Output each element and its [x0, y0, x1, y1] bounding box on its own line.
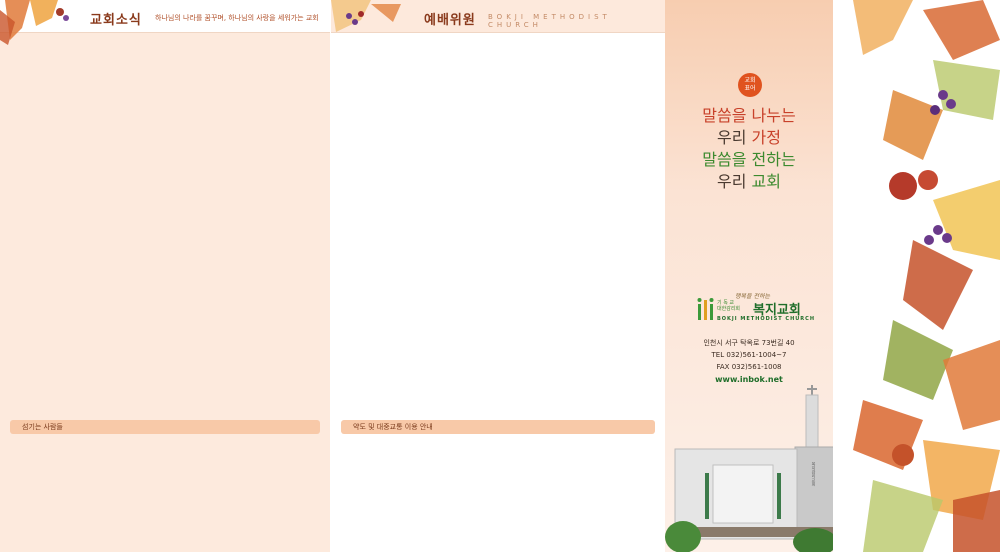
autumn-leaves-border — [853, 0, 1000, 552]
autumn-leaves-decoration — [0, 0, 69, 45]
building-sign: 복지감리교회 — [811, 461, 816, 487]
page-title: 교회소식 — [90, 13, 142, 28]
motto-badge: 교회 표어 — [738, 73, 762, 97]
slogan-line: 우리 교회 — [717, 172, 781, 191]
section-label: 약도 및 대중교통 이용 안내 — [353, 423, 433, 431]
panel-cover: 교회 표어 말씀을 나누는 우리 가정 말씀을 전하는 우리 교회 행복을 전하… — [665, 0, 833, 552]
church-building-illustration: 복지감리교회 — [665, 385, 833, 552]
panel-church-news: 교회소식 하나님의 나라를 꿈꾸며, 하나님의 사랑을 세워가는 교회 섬기는 … — [0, 0, 330, 552]
church-logo-icon — [697, 298, 714, 320]
slogan-line: 우리 가정 — [717, 128, 781, 147]
address: 인천시 서구 탁옥로 73번길 40 — [703, 339, 795, 347]
panel-back-decoration — [833, 0, 1000, 552]
badge-line-1: 교회 — [744, 77, 756, 84]
logo-denomination: 기 독 교 대한감리회 — [717, 300, 741, 312]
church-slogan: 말씀을 나누는 우리 가정 말씀을 전하는 우리 교회 — [665, 105, 833, 193]
fax: FAX 032)561-1008 — [716, 363, 782, 371]
section-bar-servers: 섬기는 사람들 — [10, 420, 320, 434]
slogan-line: 말씀을 전하는 — [702, 150, 796, 169]
panel-worship-committee: 예배위원 BOKJI METHODIST CHURCH 약도 및 대중교통 이용… — [331, 0, 665, 552]
phone: TEL 032)561-1004~7 — [711, 351, 787, 359]
page-subtitle: 하나님의 나라를 꿈꾸며, 하나님의 사랑을 세워가는 교회 — [155, 14, 319, 22]
badge-line-2: 표어 — [744, 85, 756, 92]
berry-branch-decoration — [331, 0, 401, 32]
section-bar-directions: 약도 및 대중교통 이용 안내 — [341, 420, 655, 434]
page-title: 예배위원 — [424, 13, 476, 28]
slogan-line: 말씀을 나누는 — [702, 106, 796, 125]
section-label: 섬기는 사람들 — [22, 423, 63, 431]
panel-header: 예배위원 BOKJI METHODIST CHURCH — [331, 0, 665, 33]
church-name-english: BOKJI METHODIST CHURCH — [717, 316, 816, 322]
page-subtitle: BOKJI METHODIST CHURCH — [488, 13, 611, 29]
panel-header: 교회소식 하나님의 나라를 꿈꾸며, 하나님의 사랑을 세워가는 교회 — [0, 0, 330, 45]
